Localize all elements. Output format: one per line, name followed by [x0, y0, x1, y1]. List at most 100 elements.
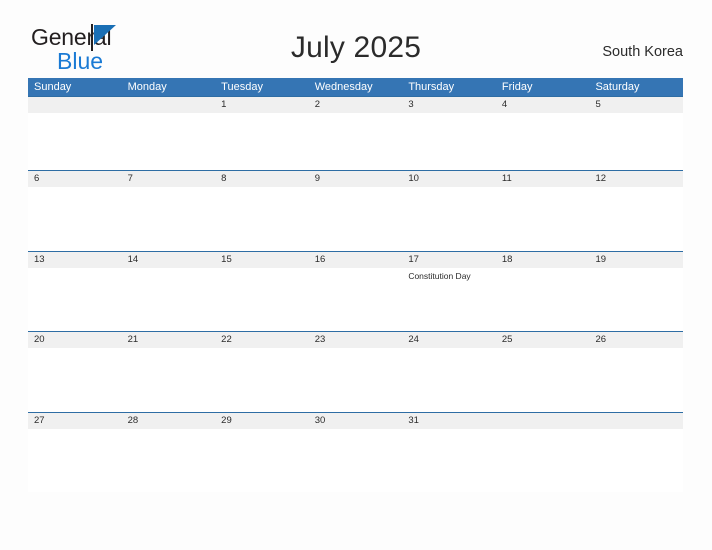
weekday-header-saturday: Saturday — [595, 81, 640, 93]
calendar-day-cell[interactable]: 10 — [402, 171, 496, 251]
day-number — [502, 413, 586, 429]
day-number: 15 — [221, 253, 232, 265]
calendar-day-cell-empty — [28, 97, 122, 170]
calendar-day-cell[interactable]: 7 — [122, 171, 216, 251]
calendar-week-row: 6 7 8 9 10 11 12 — [28, 170, 683, 251]
day-number: 22 — [221, 334, 232, 345]
day-events — [221, 348, 305, 350]
calendar-day-cell[interactable]: 23 — [309, 332, 403, 412]
calendar-day-cell[interactable]: 8 — [215, 171, 309, 251]
day-events — [34, 187, 118, 189]
day-events — [315, 429, 399, 431]
calendar-grid: Sunday Monday Tuesday Wednesday Thursday… — [28, 78, 683, 492]
holiday-label: Constitution Day — [408, 270, 471, 281]
day-number: 24 — [408, 334, 419, 345]
day-events — [315, 348, 399, 350]
calendar-day-cell[interactable]: 13 — [28, 252, 122, 332]
calendar-week-row: 13 14 15 16 17 Constitution Day 18 19 — [28, 250, 683, 332]
day-number — [34, 97, 118, 113]
day-number: 11 — [501, 173, 512, 184]
day-events — [34, 348, 118, 350]
weekday-header-thursday: Thursday — [408, 81, 455, 93]
day-events — [502, 268, 586, 270]
day-events — [502, 113, 586, 115]
calendar-day-cell[interactable]: 27 — [28, 413, 122, 493]
calendar-day-cell[interactable]: 16 — [309, 252, 403, 332]
calendar-day-cell[interactable]: 1 — [215, 97, 309, 170]
day-events — [221, 113, 305, 115]
calendar-day-cell[interactable]: 25 — [496, 332, 590, 412]
day-number: 2 — [314, 99, 321, 110]
day-events — [595, 187, 679, 189]
calendar-day-cell[interactable]: 18 — [496, 252, 590, 332]
day-events — [595, 429, 679, 431]
calendar-day-cell[interactable]: 21 — [122, 332, 216, 412]
calendar-day-cell[interactable]: 5 — [589, 97, 683, 170]
day-events — [221, 187, 305, 189]
day-number: 16 — [314, 253, 326, 265]
calendar-day-cell[interactable]: 17 Constitution Day — [402, 252, 496, 332]
day-events — [34, 268, 118, 270]
day-events — [408, 429, 492, 431]
day-number: 26 — [595, 334, 607, 345]
calendar-day-cell[interactable]: 15 — [215, 252, 309, 332]
day-events — [408, 187, 492, 189]
day-events — [315, 113, 399, 115]
calendar-day-cell-empty — [122, 97, 216, 170]
day-number — [128, 97, 212, 113]
calendar-day-cell[interactable]: 4 — [496, 97, 590, 170]
day-events — [34, 429, 118, 431]
day-number: 20 — [34, 334, 45, 345]
calendar-day-cell[interactable]: 6 — [28, 171, 122, 251]
calendar-week-row: 20 21 22 23 24 25 26 — [28, 331, 683, 412]
calendar-day-cell-empty — [496, 413, 590, 493]
day-events — [128, 348, 212, 350]
day-number: 21 — [127, 334, 139, 345]
day-number: 25 — [501, 334, 513, 345]
calendar-day-cell[interactable]: 22 — [215, 332, 309, 412]
day-events — [315, 187, 399, 189]
calendar-day-cell[interactable]: 9 — [309, 171, 403, 251]
day-number: 19 — [595, 253, 607, 265]
day-events — [34, 113, 118, 115]
page-header: General Blue July 2025 South Korea — [0, 0, 712, 73]
day-number: 31 — [408, 414, 419, 426]
day-events — [502, 429, 586, 431]
day-events — [128, 268, 212, 270]
calendar-day-cell[interactable]: 14 — [122, 252, 216, 332]
day-number — [595, 413, 679, 429]
calendar-day-cell[interactable]: 31 — [402, 413, 496, 493]
day-number: 8 — [221, 173, 227, 184]
calendar-day-cell[interactable]: 2 — [309, 97, 403, 170]
calendar-day-cell[interactable]: 24 — [402, 332, 496, 412]
day-events — [595, 268, 679, 270]
calendar-day-cell[interactable]: 26 — [589, 332, 683, 412]
day-number: 1 — [221, 99, 227, 110]
day-number: 14 — [127, 253, 139, 265]
calendar-day-cell[interactable]: 20 — [28, 332, 122, 412]
day-number: 17 — [408, 253, 419, 265]
day-number: 28 — [127, 414, 139, 426]
weekday-header-row: Sunday Monday Tuesday Wednesday Thursday… — [28, 78, 683, 96]
day-events — [595, 348, 679, 350]
weekday-header-monday: Monday — [127, 81, 167, 93]
day-events — [595, 113, 679, 115]
day-events — [408, 113, 492, 115]
day-number: 13 — [34, 253, 45, 265]
calendar-day-cell[interactable]: 29 — [215, 413, 309, 493]
day-events — [221, 268, 305, 270]
calendar-day-cell[interactable]: 28 — [122, 413, 216, 493]
day-events — [315, 268, 399, 270]
day-events — [128, 429, 212, 431]
weekday-header-friday: Friday — [501, 81, 533, 93]
calendar-day-cell[interactable]: 11 — [496, 171, 590, 251]
calendar-day-cell[interactable]: 3 — [402, 97, 496, 170]
day-events — [128, 187, 212, 189]
day-number: 12 — [595, 173, 607, 184]
day-number: 18 — [501, 253, 513, 265]
day-number: 7 — [127, 173, 133, 184]
day-number: 3 — [408, 99, 414, 110]
calendar-day-cell[interactable]: 30 — [309, 413, 403, 493]
calendar-day-cell[interactable]: 19 — [589, 252, 683, 332]
calendar-day-cell[interactable]: 12 — [589, 171, 683, 251]
